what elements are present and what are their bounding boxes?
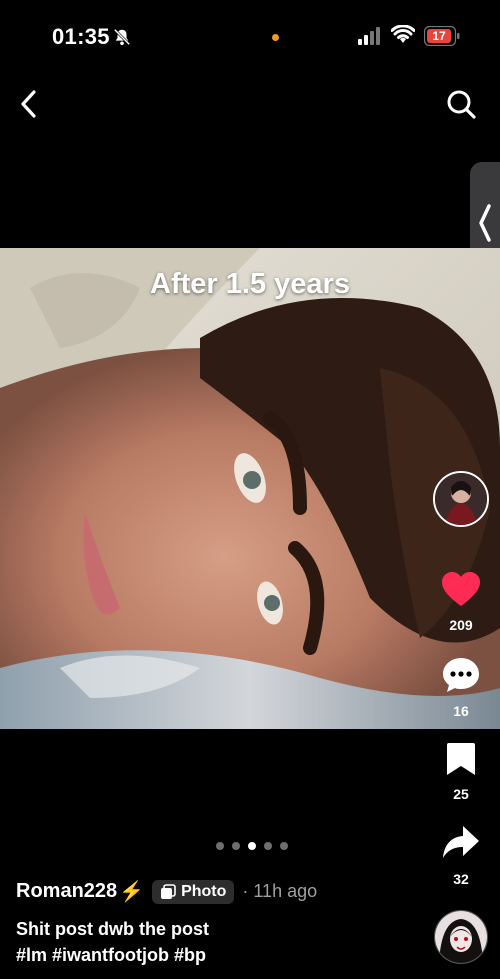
bell-off-icon (113, 28, 131, 46)
photo-badge-label: Photo (181, 882, 227, 900)
bookmark-icon (447, 743, 475, 775)
share-icon (443, 826, 479, 858)
post-hashtags[interactable]: #lm #iwantfootjob #bp (16, 945, 206, 966)
lightning-icon: ⚡ (119, 881, 145, 903)
back-button[interactable] (14, 86, 44, 122)
heart-icon (442, 572, 480, 606)
like-button[interactable]: 209 (431, 572, 491, 633)
share-count: 32 (453, 871, 469, 887)
like-count: 209 (449, 617, 473, 633)
carousel-dot[interactable] (264, 842, 272, 850)
photo-badge: Photo (152, 879, 235, 904)
carousel-dot[interactable] (232, 842, 240, 850)
carousel-dot[interactable] (216, 842, 224, 850)
author-avatar[interactable] (433, 471, 489, 527)
back-icon (21, 90, 36, 118)
share-button[interactable]: 32 (431, 824, 491, 887)
comment-button[interactable]: 16 (431, 656, 491, 719)
photo-caption: After 1.5 years (150, 268, 350, 300)
author-name[interactable]: Roman228 (16, 880, 117, 903)
search-icon (447, 90, 476, 119)
wifi-icon (391, 25, 415, 43)
carousel-dot[interactable] (280, 842, 288, 850)
comment-count: 16 (453, 703, 469, 719)
sound-avatar[interactable] (434, 910, 488, 964)
photo-icon (161, 883, 176, 899)
recording-indicator (272, 34, 279, 41)
signal-icon (358, 27, 380, 45)
comment-icon (443, 658, 479, 692)
status-time: 01:35 (52, 24, 110, 49)
post-time: · 11h ago (242, 881, 318, 901)
battery-level: 17 (427, 29, 451, 43)
carousel-dot[interactable] (248, 842, 256, 850)
author-row: Roman228 ⚡ Photo · 11h ago (16, 879, 317, 904)
search-button[interactable] (444, 86, 478, 122)
post-photo[interactable] (0, 248, 500, 729)
carousel-indicator (216, 842, 288, 850)
save-button[interactable]: 25 (431, 741, 491, 802)
status-bar: 01:35 17 (0, 0, 500, 70)
save-count: 25 (453, 786, 469, 802)
post-title: Shit post dwb the post (16, 919, 209, 939)
